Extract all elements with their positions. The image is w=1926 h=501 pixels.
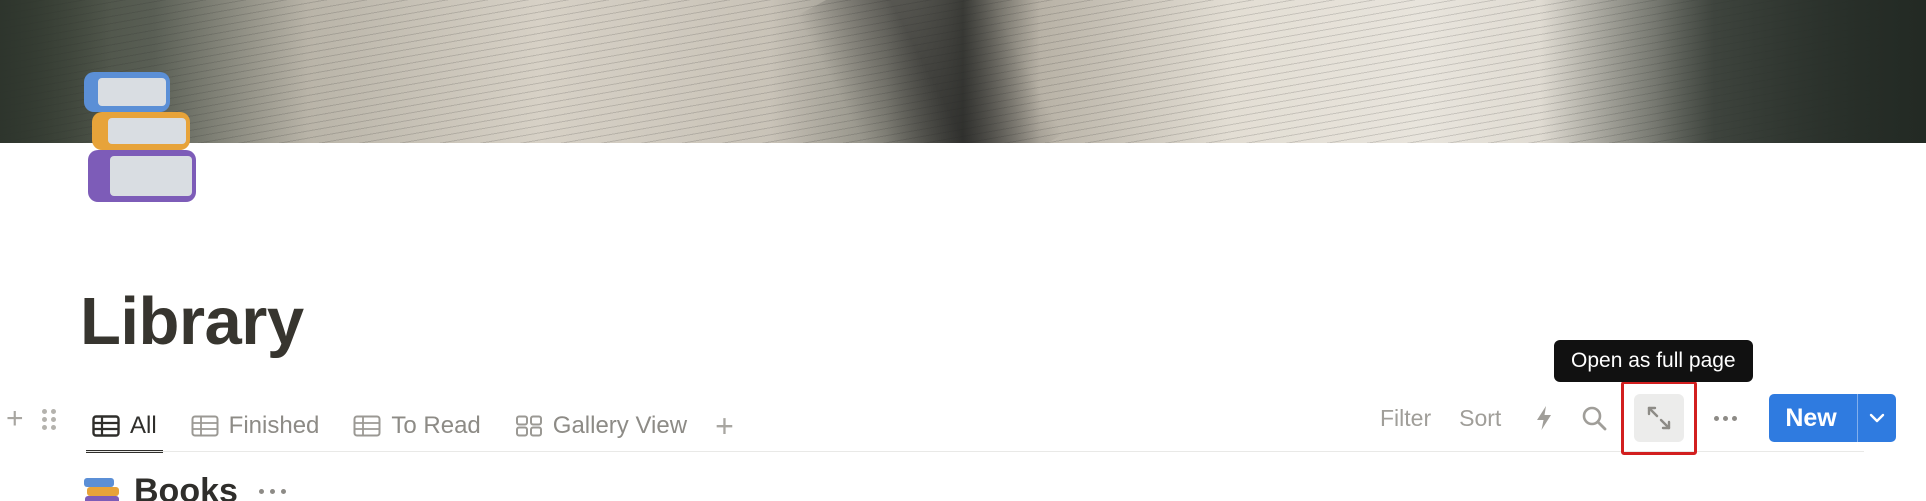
tab-to-read[interactable]: To Read	[347, 400, 486, 452]
tooltip: Open as full page	[1554, 340, 1753, 382]
stacked-books-icon[interactable]	[80, 70, 220, 204]
tab-label: Gallery View	[552, 412, 688, 439]
more-dots-icon[interactable]	[256, 488, 289, 494]
table-icon	[191, 415, 219, 437]
cover-image	[0, 0, 1926, 143]
block-handles: +	[6, 404, 56, 434]
database-title[interactable]: Books	[134, 474, 238, 501]
tabs-divider	[86, 451, 1864, 452]
sort-button[interactable]: Sort	[1459, 405, 1501, 432]
view-tabs: All Finished To Read Gallery View +	[86, 400, 734, 453]
page-title[interactable]: Library	[80, 288, 304, 355]
notion-page: Library + All Finished To Read Gallery V…	[0, 0, 1926, 501]
expand-arrows-icon	[1648, 406, 1671, 430]
more-dots-icon[interactable]	[1705, 403, 1745, 433]
filter-button[interactable]: Filter	[1380, 405, 1431, 432]
lightning-icon[interactable]	[1529, 403, 1559, 433]
open-full-page-highlight	[1621, 381, 1698, 455]
table-icon	[92, 415, 120, 437]
chevron-down-icon	[1869, 413, 1884, 423]
search-icon[interactable]	[1579, 403, 1609, 433]
open-full-page-button[interactable]	[1634, 394, 1685, 442]
new-button-group: New	[1769, 394, 1896, 442]
add-view-plus-icon[interactable]: +	[715, 410, 734, 442]
tab-gallery-view[interactable]: Gallery View	[509, 400, 693, 452]
new-button[interactable]: New	[1769, 394, 1856, 442]
table-icon	[353, 415, 381, 437]
tab-all[interactable]: All	[86, 400, 163, 453]
tab-finished[interactable]: Finished	[185, 400, 326, 452]
new-dropdown-button[interactable]	[1858, 394, 1896, 442]
drag-handle-icon[interactable]	[41, 408, 56, 430]
add-block-plus-icon[interactable]: +	[6, 404, 24, 434]
stacked-books-icon	[84, 476, 120, 501]
tab-label: To Read	[391, 412, 481, 439]
gallery-icon	[515, 415, 542, 437]
database-toolbar: Filter Sort New	[1380, 381, 1896, 455]
tab-label: Finished	[228, 412, 320, 439]
tab-label: All	[130, 412, 157, 439]
database-header: Books	[84, 474, 289, 501]
